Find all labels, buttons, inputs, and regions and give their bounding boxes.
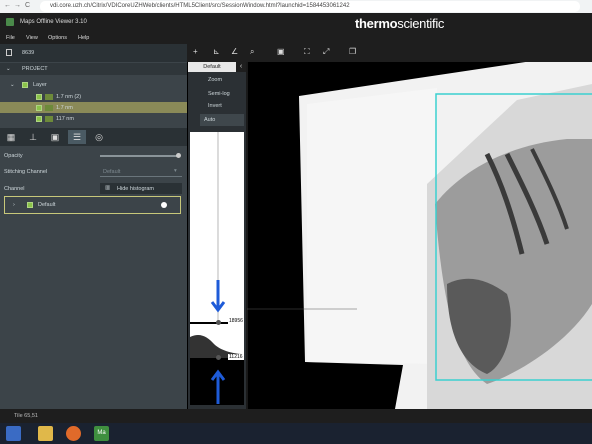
- menu-help[interactable]: Help: [78, 35, 89, 41]
- tile-left: [307, 88, 439, 364]
- tile-id: 8639: [22, 50, 35, 56]
- fit-icon[interactable]: ⛶: [304, 47, 310, 57]
- auto-button[interactable]: Auto: [200, 114, 244, 126]
- forward-icon[interactable]: →: [14, 2, 21, 9]
- stitching-value: Default: [103, 169, 121, 175]
- menu-bar: File View Options Help: [0, 32, 592, 44]
- opacity-label: Opacity: [4, 153, 23, 159]
- histogram-panel: Default ‹ Zoom Semi-log Invert Auto 1895…: [188, 62, 246, 409]
- invert-option[interactable]: Invert: [208, 103, 222, 109]
- layer-checkbox[interactable]: [22, 82, 28, 88]
- folder-icon[interactable]: [38, 426, 53, 441]
- add-icon[interactable]: +: [193, 47, 198, 56]
- layer-checkbox[interactable]: [36, 105, 42, 111]
- panel-tool-row: ▦ ⊥ ▣ ☰ ◎: [0, 128, 187, 146]
- opacity-slider[interactable]: [100, 155, 180, 157]
- micrograph-canvas: [246, 44, 592, 409]
- down-arrow-icon: [210, 280, 226, 313]
- layer-name: 117 nm: [56, 116, 74, 122]
- menu-view[interactable]: View: [26, 35, 38, 41]
- layer-item-selected[interactable]: 1.7 nm: [0, 102, 187, 113]
- max-value-label: 18956: [228, 318, 244, 324]
- histogram-svg: [190, 132, 244, 405]
- maps-app-icon[interactable]: Ma: [94, 426, 109, 441]
- pin-icon[interactable]: ⊥: [24, 130, 42, 144]
- expand-icon[interactable]: ⤢: [323, 47, 329, 57]
- compass-icon[interactable]: ◎: [90, 130, 108, 144]
- semilog-option[interactable]: Semi-log: [208, 91, 230, 97]
- url-field[interactable]: vdi.core.uzh.ch/Citrix/VDICoreUZHWeb/cli…: [40, 1, 580, 12]
- project-header[interactable]: ⌄ PROJECT: [0, 63, 187, 75]
- histogram-plot: 18956 11216: [190, 132, 244, 405]
- hide-histogram-button[interactable]: ▥ Hide histogram: [100, 183, 182, 194]
- app-title: Maps Offline Viewer 3.10: [20, 19, 87, 25]
- layer-name: 1.7 nm: [56, 105, 73, 111]
- ruler-icon[interactable]: ⊾: [213, 47, 220, 56]
- sliders-icon[interactable]: ☰: [68, 130, 86, 144]
- chevron-right-icon[interactable]: ›: [13, 202, 15, 208]
- layer-checkbox[interactable]: [36, 116, 42, 122]
- reload-icon[interactable]: C: [25, 2, 30, 9]
- chevron-down-icon: ⌄: [6, 66, 11, 72]
- brand-logo: thermoscientific: [355, 16, 444, 31]
- stitching-label: Stitching Channel: [4, 169, 48, 175]
- min-value-label: 11216: [228, 354, 244, 360]
- left-panel: 8639 ⌄ PROJECT ⌄ Layer 1.7 nm (2) 1.7 nm…: [0, 44, 187, 409]
- grid-icon[interactable]: ▦: [2, 130, 20, 144]
- layer-label: Layer: [33, 82, 47, 88]
- layer-item[interactable]: 1.7 nm (2): [0, 91, 187, 102]
- back-icon[interactable]: ←: [4, 2, 11, 9]
- histogram-tab[interactable]: Default: [188, 62, 236, 72]
- min-handle[interactable]: [216, 355, 221, 360]
- angle-icon[interactable]: ∠: [231, 47, 238, 56]
- status-text: Tile 65,51: [14, 413, 38, 419]
- channel-checkbox[interactable]: [27, 202, 33, 208]
- stitching-select[interactable]: Default ▾: [100, 166, 182, 177]
- image-icon[interactable]: ▣: [46, 130, 64, 144]
- menu-options[interactable]: Options: [48, 35, 67, 41]
- logo-scientific: scientific: [397, 16, 445, 31]
- histogram-icon: ▥: [105, 185, 111, 191]
- start-icon[interactable]: [6, 426, 21, 441]
- chevron-down-icon: ▾: [174, 168, 177, 174]
- layer-name: 1.7 nm (2): [56, 94, 82, 100]
- app-icon: [6, 18, 14, 26]
- zoom-option[interactable]: Zoom: [208, 77, 222, 83]
- opacity-slider-handle[interactable]: [176, 153, 181, 158]
- copy-icon[interactable]: ❐: [349, 47, 356, 56]
- layer-checkbox[interactable]: [36, 94, 42, 100]
- channel-color-dot[interactable]: [161, 202, 167, 208]
- panel-toggle-icon[interactable]: [6, 49, 12, 56]
- tile-header: 8639: [0, 44, 187, 62]
- channel-item[interactable]: › Default: [4, 196, 181, 214]
- layer-swatch: [45, 116, 53, 122]
- channel-label: Channel: [4, 186, 25, 192]
- auto-button-label: Auto: [204, 117, 216, 123]
- layer-swatch: [45, 105, 53, 111]
- viewer-toolbar: + ⊾ ∠ ⌕ ▣ ⛶ ⤢ ❐: [187, 44, 592, 62]
- layer-swatch: [45, 94, 53, 100]
- layer-group[interactable]: ⌄ Layer: [0, 80, 187, 90]
- status-bar: Tile 65,51: [0, 409, 592, 423]
- browser-address-bar: ← → C vdi.core.uzh.ch/Citrix/VDICoreUZHW…: [0, 0, 592, 13]
- collapse-icon[interactable]: ‹: [236, 62, 246, 72]
- taskbar: Ma: [0, 423, 592, 444]
- logo-thermo: thermo: [355, 16, 398, 31]
- firefox-icon[interactable]: [66, 426, 81, 441]
- project-label: PROJECT: [22, 66, 48, 72]
- app-titlebar: Maps Offline Viewer 3.10 thermoscientifi…: [0, 13, 592, 32]
- layer-item[interactable]: 117 nm: [0, 113, 187, 124]
- menu-file[interactable]: File: [6, 35, 15, 41]
- chevron-down-icon: ⌄: [10, 82, 15, 88]
- hide-histogram-label: Hide histogram: [117, 186, 154, 192]
- channel-name: Default: [38, 202, 56, 208]
- image-viewer[interactable]: [187, 44, 592, 409]
- snapshot-icon[interactable]: ▣: [277, 47, 285, 56]
- max-handle[interactable]: [216, 320, 221, 325]
- search-icon[interactable]: ⌕: [250, 47, 254, 57]
